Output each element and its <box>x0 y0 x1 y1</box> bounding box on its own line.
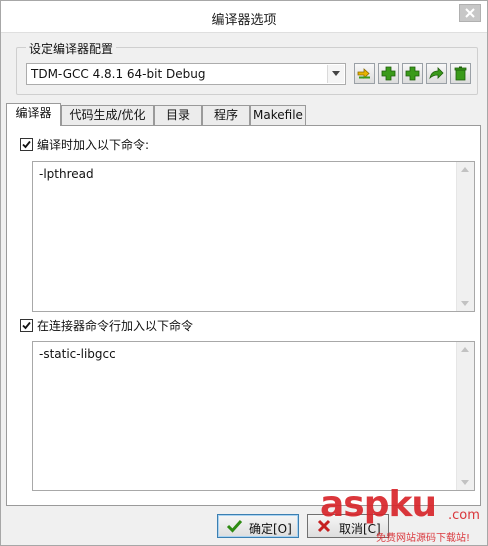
compiler-commands-label: 编译时加入以下命令: <box>37 138 150 152</box>
scroll-down-icon[interactable] <box>461 480 469 485</box>
watermark-tagline: 免费网站源码下载站! <box>376 533 471 544</box>
tab-programs[interactable]: 程序 <box>202 105 250 125</box>
scroll-down-icon[interactable] <box>461 301 469 306</box>
tab-directories[interactable]: 目录 <box>154 105 202 125</box>
add-config-button[interactable] <box>378 63 399 84</box>
checkmark-icon <box>22 140 31 149</box>
linker-commands-scrollbar[interactable] <box>456 342 474 490</box>
tab-codegen-optimization[interactable]: 代码生成/优化 <box>61 105 154 125</box>
window-title: 编译器选项 <box>211 13 277 28</box>
chevron-down-icon[interactable] <box>327 65 344 83</box>
delete-config-button[interactable] <box>450 63 471 84</box>
compiler-config-group-label: 设定编译器配置 <box>26 40 117 57</box>
compiler-commands-scrollbar[interactable] <box>456 162 474 311</box>
export-config-icon <box>429 67 444 80</box>
rename-config-icon <box>357 68 370 79</box>
checkmark-icon <box>22 321 31 330</box>
add-config-alt-icon <box>405 66 420 81</box>
linker-commands-value: -static-libgcc <box>39 347 116 361</box>
scroll-up-icon[interactable] <box>461 167 469 172</box>
compiler-profile-value: TDM-GCC 4.8.1 64-bit Debug <box>31 67 206 81</box>
ok-button[interactable]: 确定[O] <box>217 514 299 538</box>
close-button[interactable] <box>459 4 481 22</box>
ok-button-label: 确定[O] <box>249 522 292 536</box>
aspku-watermark: aspku .com 免费网站源码下载站! <box>318 484 488 546</box>
tab-makefile[interactable]: Makefile <box>250 105 306 125</box>
add-config-alt-button[interactable] <box>402 63 423 84</box>
rename-config-button[interactable] <box>354 63 375 84</box>
check-icon <box>226 519 243 533</box>
delete-config-icon <box>454 66 467 81</box>
compiler-commands-checkbox[interactable] <box>20 138 33 151</box>
scroll-up-icon[interactable] <box>461 347 469 352</box>
compiler-profile-select[interactable]: TDM-GCC 4.8.1 64-bit Debug <box>26 63 346 85</box>
title-bar: 编译器选项 <box>1 1 487 33</box>
compiler-commands-textarea[interactable]: -lpthread <box>32 161 475 312</box>
linker-commands-label: 在连接器命令行加入以下命令 <box>37 319 194 333</box>
watermark-suffix: .com <box>448 508 480 523</box>
export-config-button[interactable] <box>426 63 447 84</box>
add-config-icon <box>381 66 396 81</box>
compiler-commands-value: -lpthread <box>39 167 94 181</box>
compiler-options-dialog: 编译器选项 设定编译器配置 TDM-GCC 4.8.1 64-bit Debug <box>0 0 488 546</box>
close-icon <box>465 8 475 18</box>
linker-commands-textarea[interactable]: -static-libgcc <box>32 341 475 491</box>
watermark-brand: aspku <box>320 484 437 525</box>
linker-commands-checkbox[interactable] <box>20 319 33 332</box>
tab-compiler[interactable]: 编译器 <box>6 103 61 126</box>
